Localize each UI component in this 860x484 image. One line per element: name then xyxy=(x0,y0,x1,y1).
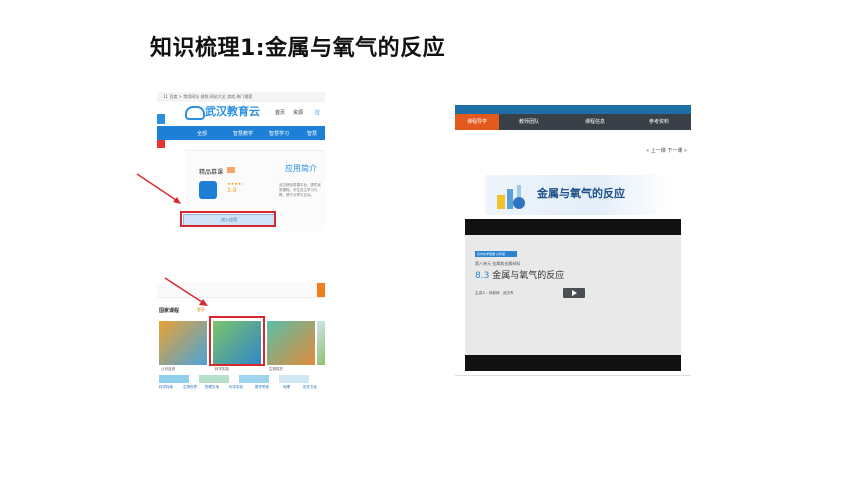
course-label[interactable]: 数学思维 xyxy=(255,385,269,390)
highlight-box xyxy=(180,211,276,227)
site-logo-text: 武汉教育云 xyxy=(205,105,260,118)
course-label[interactable]: 化学实验 xyxy=(229,385,243,390)
app-title: 精品慕课 xyxy=(199,169,224,176)
course-tile[interactable] xyxy=(267,321,315,365)
video-chapter: 8.3 金属与氧气的反应 xyxy=(475,268,564,281)
play-icon[interactable] xyxy=(563,288,585,298)
nav-home[interactable]: 首页 xyxy=(275,109,285,116)
app-icon xyxy=(199,181,217,199)
edu-cloud-screenshot: 11 百度 > 常用网址 视频 网站大全 游戏 热门搜索 武汉教育云 首页 资源… xyxy=(157,92,325,232)
tab-course-guide[interactable]: 课程导学 xyxy=(455,114,499,130)
tab-course-info[interactable]: 课程信息 xyxy=(573,114,617,130)
course-thumb[interactable] xyxy=(279,375,309,383)
category-nav-bar: 全部 智慧教学 智慧学习 智慧 xyxy=(157,126,325,140)
chapter-number: 8.3 xyxy=(475,271,490,281)
course-thumb[interactable] xyxy=(159,375,189,383)
rating-score: 3.9 xyxy=(227,187,237,194)
nav-resources[interactable]: 资源 xyxy=(293,109,303,116)
tab-references[interactable]: 参考资料 xyxy=(637,114,681,130)
divider xyxy=(455,375,691,376)
course-tile[interactable] xyxy=(317,321,325,365)
course-tile[interactable] xyxy=(159,321,207,365)
course-label[interactable]: 科学探索 xyxy=(159,385,173,390)
course-thumb[interactable] xyxy=(239,375,269,383)
course-caption: 科学实验 xyxy=(215,367,229,371)
course-tabs: 课程导学 教师团队 课程信息 参考资料 xyxy=(455,114,691,130)
nav-all[interactable]: 全部 xyxy=(197,130,207,137)
lesson-pager[interactable]: « 上一课 下一课 » xyxy=(646,147,687,154)
nav-smart-more[interactable]: 智慧 xyxy=(307,130,317,137)
course-video-screenshot: 课程导学 教师团队 课程信息 参考资料 « 上一课 下一课 » 金属与氧气的反应… xyxy=(455,105,691,377)
course-caption: 认识自然 xyxy=(161,367,175,371)
nav-apps[interactable]: 应 xyxy=(315,109,320,116)
bookmark-text: 11 百度 > 常用网址 视频 网站大全 游戏 热门搜索 xyxy=(163,94,253,99)
lesson-banner: 金属与氧气的反应 xyxy=(485,175,671,215)
video-tag: 初中化学微课 九年级 xyxy=(475,251,517,257)
tab-teacher-team[interactable]: 教师团队 xyxy=(507,114,551,130)
course-label[interactable]: 物理天地 xyxy=(205,385,219,390)
app-intro-heading: 应用简介 xyxy=(285,164,317,173)
cloud-logo-icon xyxy=(185,106,205,120)
course-label[interactable]: 地理 xyxy=(283,385,290,390)
lesson-banner-title: 金属与氧气的反应 xyxy=(537,187,625,200)
star-rating-icon: ★★★★☆ xyxy=(227,181,245,186)
beaker-icon xyxy=(497,185,525,209)
browser-bookmark-bar: 11 百度 > 常用网址 视频 网站大全 游戏 热门搜索 xyxy=(157,92,325,102)
video-frame: 初中化学微课 九年级 第八单元 金属和金属材料 8.3 金属与氧气的反应 主讲人… xyxy=(465,235,681,355)
chapter-title: 金属与氧气的反应 xyxy=(492,271,565,281)
app-badge xyxy=(227,167,235,173)
app-description: 武汉精品慕课平台，提供优质课程，学生自主学习与教，便于分享与互动。 xyxy=(279,183,321,197)
annotation-arrow-icon xyxy=(136,173,181,204)
annotation-arrow-icon xyxy=(164,277,208,306)
nav-smart-learning[interactable]: 智慧学习 xyxy=(269,130,289,137)
course-thumb[interactable] xyxy=(199,375,229,383)
course-label[interactable]: 生物世界 xyxy=(183,385,197,390)
slide-title: 知识梳理1:金属与氧气的反应 xyxy=(150,36,446,61)
course-row-2 xyxy=(157,375,325,385)
site-header-bar xyxy=(455,105,691,114)
video-player[interactable]: 初中化学微课 九年级 第八单元 金属和金属材料 8.3 金属与氧气的反应 主讲人… xyxy=(465,219,681,371)
video-meta: 主讲人：徐老师 · 武汉市 xyxy=(475,291,514,295)
course-caption: 生物探究 xyxy=(269,367,283,371)
search-button[interactable] xyxy=(317,283,325,297)
highlight-box xyxy=(209,316,265,366)
nav-smart-teaching[interactable]: 智慧教学 xyxy=(233,130,253,137)
course-label[interactable]: 历史文化 xyxy=(303,385,317,390)
video-subtitle: 第八单元 金属和金属材料 xyxy=(475,261,521,266)
